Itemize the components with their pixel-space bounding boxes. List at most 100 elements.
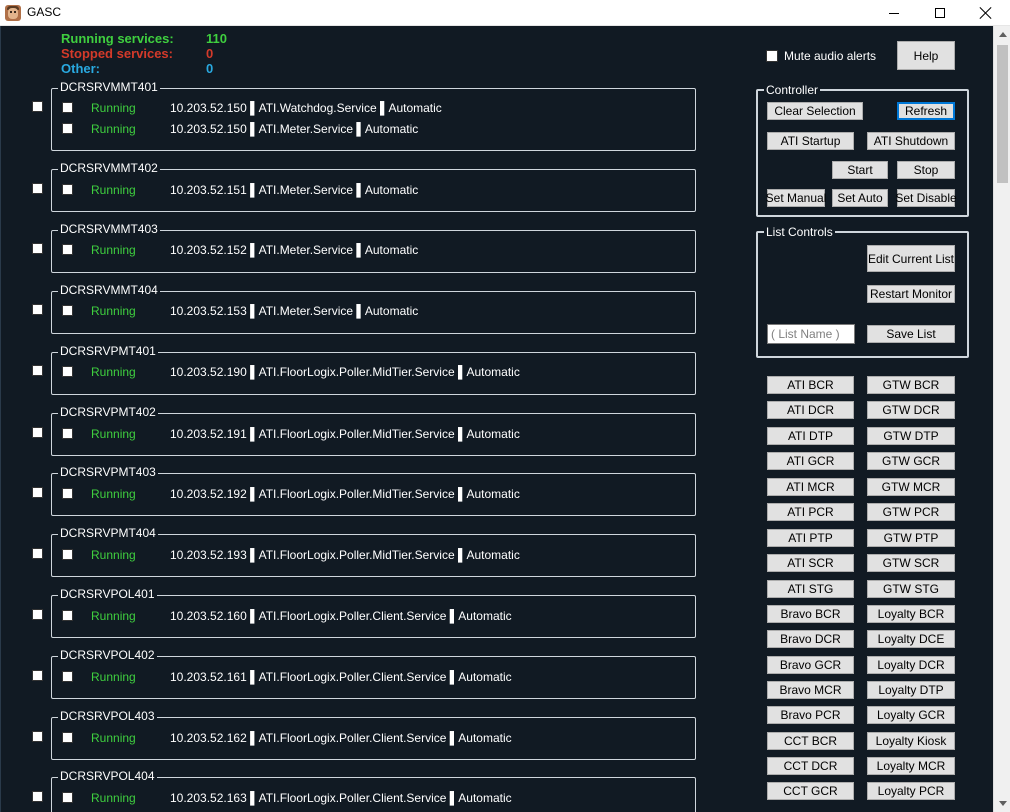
- set-manual-button[interactable]: Set Manual: [766, 189, 826, 207]
- service-status: Running: [91, 183, 136, 197]
- restart-monitor-button[interactable]: Restart Monitor: [867, 285, 955, 303]
- preset-list-button[interactable]: ATI PTP: [767, 529, 854, 547]
- service-detail: 10.203.52.161 ▌ATI.FloorLogix.Poller.Cli…: [170, 670, 512, 684]
- preset-list-button[interactable]: ATI DCR: [767, 401, 854, 419]
- service-status: Running: [91, 670, 136, 684]
- server-select-checkbox[interactable]: [32, 304, 43, 315]
- stop-button[interactable]: Stop: [897, 161, 955, 179]
- service-select-checkbox[interactable]: [62, 792, 73, 803]
- maximize-button[interactable]: [917, 0, 963, 26]
- preset-list-button[interactable]: GTW PTP: [867, 529, 955, 547]
- edit-current-list-button[interactable]: Edit Current List: [867, 245, 955, 272]
- preset-list-button[interactable]: CCT BCR: [767, 732, 854, 750]
- preset-list-button[interactable]: Loyalty GCR: [867, 706, 955, 724]
- service-select-checkbox[interactable]: [62, 244, 73, 255]
- preset-list-button[interactable]: GTW DCR: [867, 401, 955, 419]
- set-disable-button[interactable]: Set Disable: [895, 189, 957, 207]
- scroll-thumb[interactable]: [997, 45, 1008, 183]
- service-status: Running: [91, 365, 136, 379]
- service-select-checkbox[interactable]: [62, 732, 73, 743]
- preset-list-button[interactable]: ATI GCR: [767, 452, 854, 470]
- service-status: Running: [91, 243, 136, 257]
- preset-list-button[interactable]: GTW PCR: [867, 503, 955, 521]
- minimize-button[interactable]: [871, 0, 917, 26]
- preset-list-button[interactable]: Bravo MCR: [767, 681, 854, 699]
- help-button[interactable]: Help: [897, 41, 955, 70]
- service-select-checkbox[interactable]: [62, 671, 73, 682]
- service-select-checkbox[interactable]: [62, 549, 73, 560]
- preset-list-button[interactable]: ATI MCR: [767, 478, 854, 496]
- preset-list-button[interactable]: Loyalty DCE: [867, 630, 955, 648]
- preset-list-button[interactable]: ATI STG: [767, 580, 854, 598]
- server-group: DCRSRVPMT403 Running 10.203.52.192 ▌ATI.…: [51, 465, 696, 516]
- start-button[interactable]: Start: [832, 161, 888, 179]
- vertical-scrollbar[interactable]: [993, 26, 1010, 812]
- clear-selection-button[interactable]: Clear Selection: [767, 102, 863, 120]
- scroll-up-button[interactable]: [994, 26, 1010, 43]
- preset-list-button[interactable]: Bravo DCR: [767, 630, 854, 648]
- server-select-checkbox[interactable]: [32, 183, 43, 194]
- refresh-button[interactable]: Refresh: [897, 102, 955, 120]
- ati-shutdown-button[interactable]: ATI Shutdown: [867, 132, 955, 150]
- mute-audio-label: Mute audio alerts: [784, 49, 877, 63]
- service-select-checkbox[interactable]: [62, 428, 73, 439]
- list-name-input[interactable]: ( List Name ): [767, 324, 855, 344]
- list-controls-title: List Controls: [764, 225, 835, 239]
- service-status: Running: [91, 304, 136, 318]
- preset-list-button[interactable]: GTW DTP: [867, 427, 955, 445]
- service-select-checkbox[interactable]: [62, 610, 73, 621]
- preset-list-button[interactable]: GTW SCR: [867, 554, 955, 572]
- server-group: DCRSRVPMT401 Running 10.203.52.190 ▌ATI.…: [51, 344, 696, 395]
- running-services-count: 110: [206, 31, 227, 46]
- preset-list-button[interactable]: Loyalty PCR: [867, 782, 955, 800]
- server-select-checkbox[interactable]: [32, 365, 43, 376]
- preset-list-button[interactable]: Bravo BCR: [767, 605, 854, 623]
- preset-list-button[interactable]: CCT GCR: [767, 782, 854, 800]
- server-group: DCRSRVMMT404 Running 10.203.52.153 ▌ATI.…: [51, 283, 696, 334]
- preset-list-button[interactable]: GTW STG: [867, 580, 955, 598]
- app-avatar-icon: [5, 5, 21, 21]
- service-select-checkbox[interactable]: [62, 366, 73, 377]
- maximize-icon: [935, 8, 945, 18]
- preset-list-button[interactable]: Loyalty MCR: [867, 757, 955, 775]
- ati-startup-button[interactable]: ATI Startup: [767, 132, 854, 150]
- preset-list-button[interactable]: Bravo GCR: [767, 656, 854, 674]
- service-select-checkbox[interactable]: [62, 488, 73, 499]
- preset-list-button[interactable]: GTW MCR: [867, 478, 955, 496]
- save-list-button[interactable]: Save List: [867, 325, 955, 343]
- preset-list-button[interactable]: Bravo PCR: [767, 706, 854, 724]
- preset-list-button[interactable]: ATI PCR: [767, 503, 854, 521]
- service-select-checkbox[interactable]: [62, 305, 73, 316]
- preset-list-button[interactable]: Loyalty DTP: [867, 681, 955, 699]
- service-status: Running: [91, 487, 136, 501]
- running-services-label: Running services:: [61, 31, 174, 46]
- close-button[interactable]: [963, 0, 1009, 26]
- scroll-down-button[interactable]: [994, 795, 1010, 812]
- preset-list-button[interactable]: Loyalty BCR: [867, 605, 955, 623]
- server-select-checkbox[interactable]: [32, 670, 43, 681]
- preset-list-button[interactable]: Loyalty DCR: [867, 656, 955, 674]
- preset-list-button[interactable]: GTW GCR: [867, 452, 955, 470]
- server-select-checkbox[interactable]: [32, 427, 43, 438]
- preset-list-button[interactable]: ATI SCR: [767, 554, 854, 572]
- server-select-checkbox[interactable]: [32, 791, 43, 802]
- service-select-checkbox[interactable]: [62, 102, 73, 113]
- service-row: Running 10.203.52.151 ▌ATI.Meter.Service…: [52, 182, 692, 198]
- service-select-checkbox[interactable]: [62, 123, 73, 134]
- server-select-checkbox[interactable]: [32, 487, 43, 498]
- server-select-checkbox[interactable]: [32, 548, 43, 559]
- server-select-checkbox[interactable]: [32, 731, 43, 742]
- mute-audio-checkbox[interactable]: [766, 50, 778, 62]
- preset-list-button[interactable]: Loyalty Kiosk: [867, 732, 955, 750]
- server-select-checkbox[interactable]: [32, 101, 43, 112]
- preset-list-button[interactable]: ATI DTP: [767, 427, 854, 445]
- service-select-checkbox[interactable]: [62, 184, 73, 195]
- other-services-label: Other:: [61, 61, 100, 76]
- preset-list-button[interactable]: GTW BCR: [867, 376, 955, 394]
- preset-list-button[interactable]: ATI BCR: [767, 376, 854, 394]
- set-auto-button[interactable]: Set Auto: [832, 189, 888, 207]
- server-select-checkbox[interactable]: [32, 609, 43, 620]
- server-select-checkbox[interactable]: [32, 243, 43, 254]
- preset-list-button[interactable]: CCT DCR: [767, 757, 854, 775]
- chevron-down-icon: [998, 801, 1007, 806]
